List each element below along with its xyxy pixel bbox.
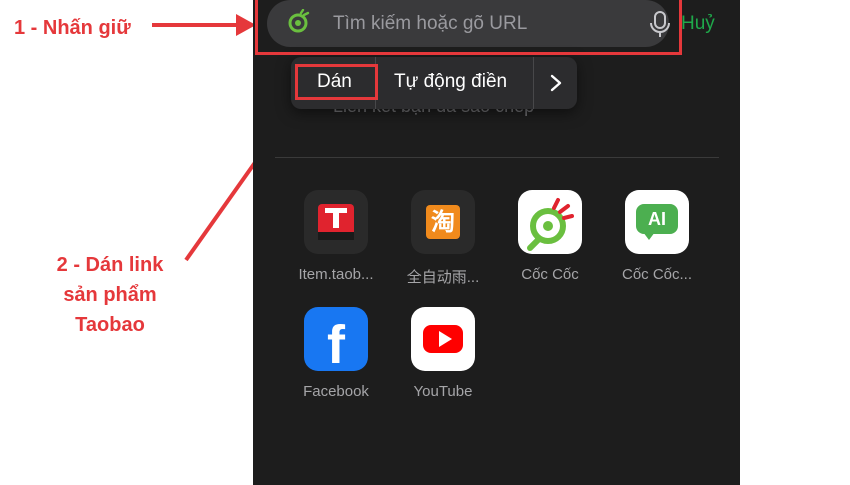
menu-separator xyxy=(533,57,534,109)
shortcut-tile[interactable]: 淘 全自动雨... xyxy=(388,190,498,287)
taobao-icon: 淘 xyxy=(411,190,475,254)
shortcut-label: Facebook xyxy=(303,383,369,400)
annotation-step2: 2 - Dán link sản phẩm Taobao xyxy=(40,250,180,340)
chevron-right-icon[interactable] xyxy=(549,74,563,92)
annotation-step1: 1 - Nhấn giữ xyxy=(14,17,131,39)
shortcut-tile[interactable]: AI Cốc Cốc... xyxy=(602,190,712,283)
youtube-icon xyxy=(411,307,475,371)
annotation-highlight-searchbar xyxy=(255,0,682,55)
annotation-step2-line2: sản phẩm xyxy=(63,284,157,306)
autofill-menu-item[interactable]: Tự động điền xyxy=(394,71,507,93)
shortcut-tile[interactable]: Cốc Cốc xyxy=(495,190,605,283)
shortcut-tile[interactable]: YouTube xyxy=(388,307,498,400)
coccoc-ai-icon: AI xyxy=(625,190,689,254)
divider xyxy=(275,157,719,158)
facebook-glyph: f xyxy=(327,315,345,371)
annotation-step2-line1: 2 - Dán link xyxy=(56,254,164,276)
shortcut-tile[interactable]: f Facebook xyxy=(281,307,391,400)
shortcut-label: 全自动雨... xyxy=(406,269,480,286)
cancel-button[interactable]: Huỷ xyxy=(681,13,715,35)
facebook-icon: f xyxy=(304,307,368,371)
tmall-t-icon xyxy=(304,190,368,254)
shortcut-label: Item.taob... xyxy=(298,266,374,283)
coccoc-icon xyxy=(518,190,582,254)
shortcut-tile[interactable]: Item.taob... xyxy=(281,190,391,283)
annotation-highlight-paste xyxy=(295,64,378,100)
shortcut-label: Cốc Cốc xyxy=(521,266,579,283)
ai-glyph: AI xyxy=(636,204,678,234)
annotation-step2-line3: Taobao xyxy=(75,314,145,336)
shortcut-label: Cốc Cốc... xyxy=(621,266,693,283)
shortcut-label: YouTube xyxy=(413,383,473,400)
taobao-glyph: 淘 xyxy=(426,205,460,239)
annotation-arrow-1 xyxy=(152,14,256,36)
